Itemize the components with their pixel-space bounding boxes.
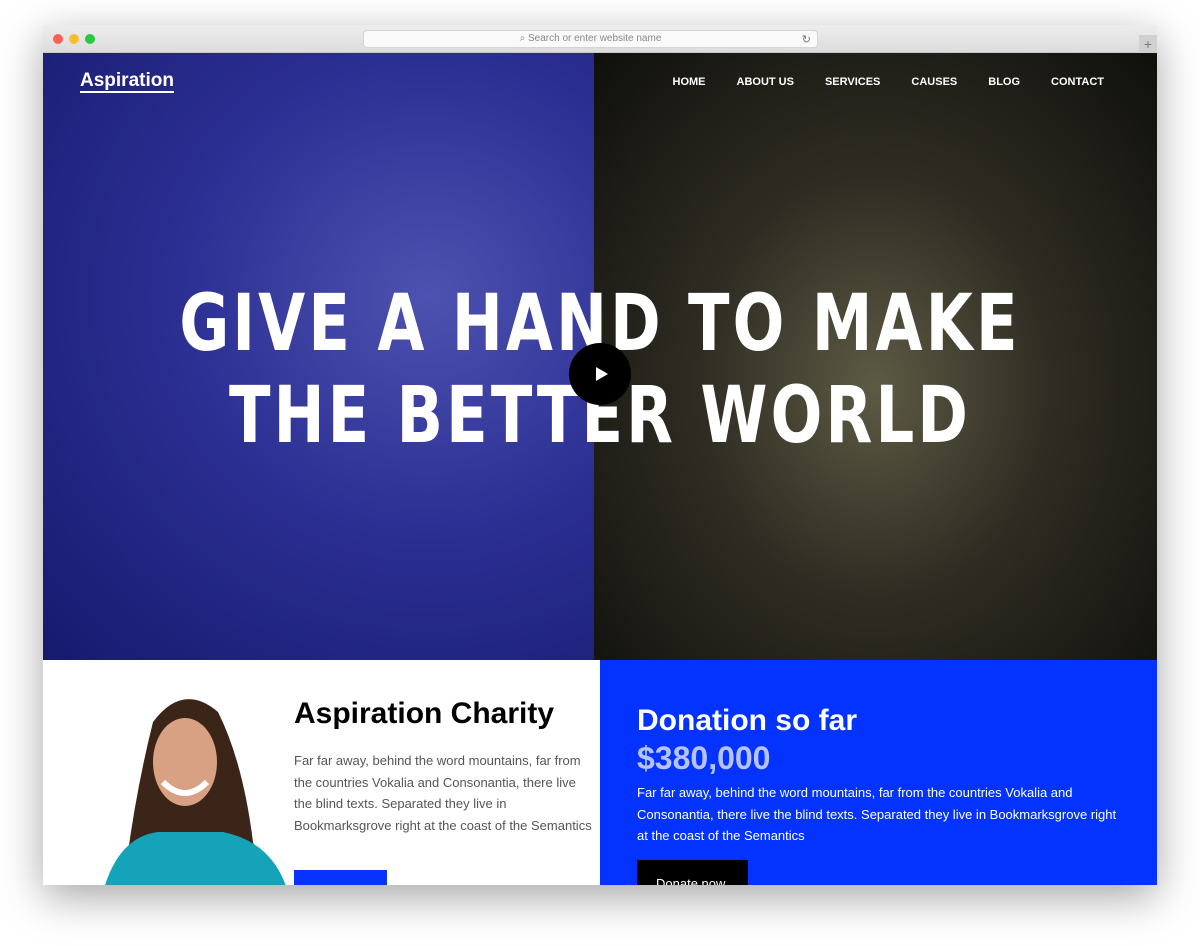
nav-blog[interactable]: BLOG xyxy=(988,76,1020,88)
donation-title: Donation so far xyxy=(637,704,858,737)
new-tab-button[interactable]: + xyxy=(1139,35,1157,53)
hero-section: Aspiration HOME ABOUT US SERVICES CAUSES… xyxy=(43,53,1157,660)
play-icon xyxy=(596,367,608,381)
nav-causes[interactable]: CAUSES xyxy=(911,76,957,88)
person-photo xyxy=(105,699,286,885)
main-nav: HOME ABOUT US SERVICES CAUSES BLOG CONTA… xyxy=(673,76,1104,88)
close-window-button[interactable] xyxy=(53,34,63,44)
donation-section: Donation so far $380,000 Far far away, b… xyxy=(600,660,1157,885)
reload-icon[interactable]: ↻ xyxy=(802,32,811,48)
play-video-button[interactable] xyxy=(569,343,631,405)
donate-now-button[interactable]: Donate now xyxy=(637,860,748,885)
nav-services[interactable]: SERVICES xyxy=(825,76,880,88)
charity-title: Aspiration Charity xyxy=(294,697,555,730)
nav-home[interactable]: HOME xyxy=(673,76,706,88)
charity-section: Aspiration Charity Far far away, behind … xyxy=(43,660,600,885)
nav-contact[interactable]: CONTACT xyxy=(1051,76,1104,88)
browser-window: ⌕ Search or enter website name ↻ + Aspira… xyxy=(43,25,1157,885)
charity-text: Far far away, behind the word mountains,… xyxy=(294,753,592,833)
browser-toolbar: ⌕ Search or enter website name ↻ + xyxy=(43,25,1157,53)
nav-about-us[interactable]: ABOUT US xyxy=(737,76,794,88)
logo[interactable]: Aspiration xyxy=(80,71,174,93)
search-icon: ⌕ xyxy=(519,33,528,44)
address-bar[interactable]: ⌕ Search or enter website name ↻ xyxy=(363,30,818,48)
donation-amount: $380,000 xyxy=(637,740,771,776)
minimize-window-button[interactable] xyxy=(69,34,79,44)
maximize-window-button[interactable] xyxy=(85,34,95,44)
charity-button[interactable] xyxy=(294,870,387,885)
donation-text: Far far away, behind the word mountains,… xyxy=(637,785,1117,844)
